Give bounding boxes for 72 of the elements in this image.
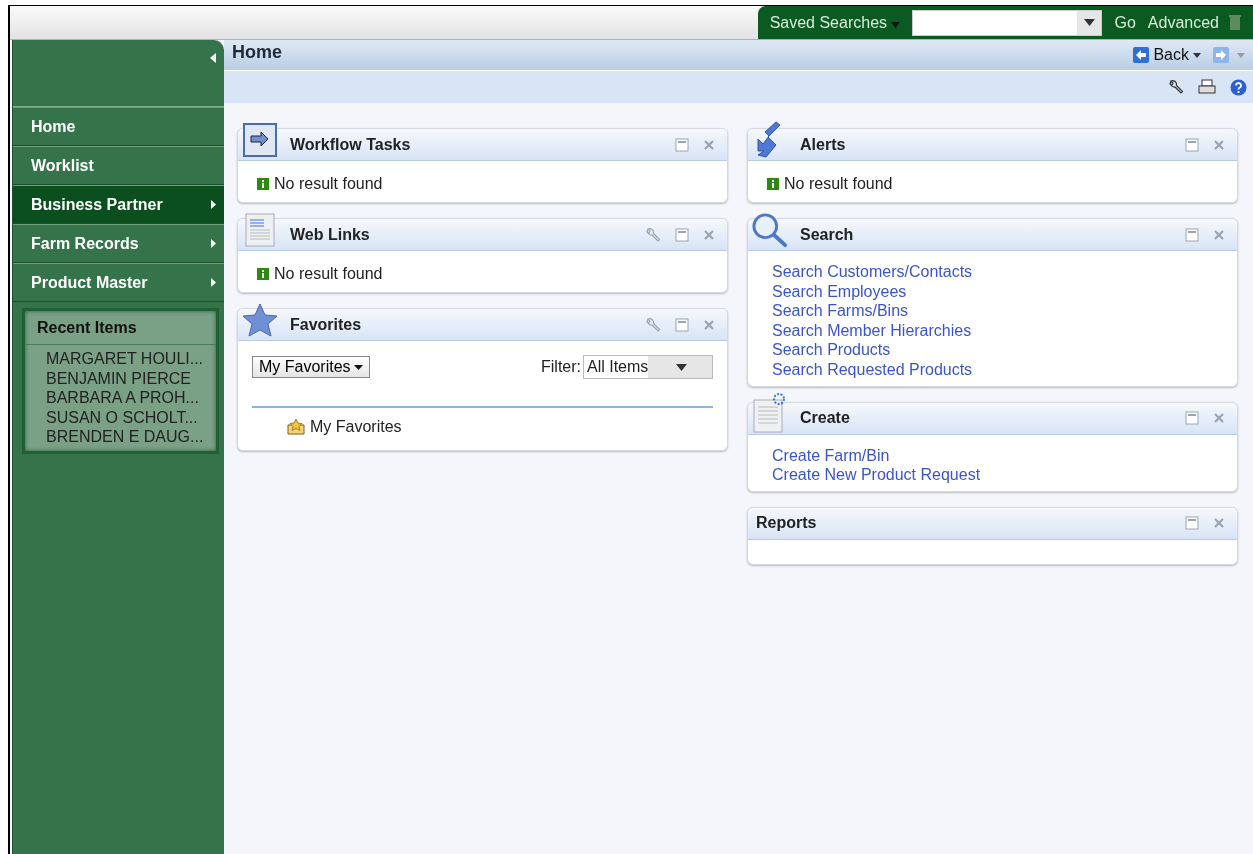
- forward-arrow-icon[interactable]: [1213, 47, 1229, 63]
- link[interactable]: Search Farms/Bins: [772, 301, 1213, 321]
- close-icon[interactable]: [1213, 228, 1225, 241]
- recent-item-link[interactable]: BENJAMIN PIERCE: [25, 368, 216, 389]
- recent-item-link[interactable]: SUSAN O SCHOLT...: [25, 407, 216, 428]
- nav-item[interactable]: Product Master: [13, 263, 224, 302]
- trash-icon[interactable]: [1229, 14, 1241, 31]
- recent-item-link[interactable]: BARBARA A PROH...: [25, 388, 216, 408]
- caret-icon: [353, 364, 363, 370]
- minimize-icon[interactable]: [1185, 137, 1199, 152]
- document-icon: [245, 212, 275, 247]
- star-icon: [242, 302, 278, 337]
- minimize-icon[interactable]: [1185, 227, 1199, 242]
- link[interactable]: Search Customers/Contacts: [772, 262, 1213, 282]
- nav-item[interactable]: Business Partner: [13, 185, 224, 224]
- help-icon[interactable]: [1230, 78, 1247, 96]
- portlet-title: Create: [800, 409, 851, 428]
- empty-message: No result found: [274, 175, 383, 193]
- caret-icon: [676, 363, 688, 371]
- saved-searches-menu[interactable]: Saved Searches: [769, 13, 913, 32]
- caret-icon[interactable]: [1193, 52, 1201, 58]
- link[interactable]: Search Member Hierarchies: [772, 320, 1213, 341]
- portlet-title: Alerts: [800, 135, 847, 154]
- favorites-folder[interactable]: My Favorites: [310, 418, 402, 436]
- print-icon[interactable]: [1198, 79, 1216, 95]
- collapse-icon[interactable]: [210, 53, 216, 63]
- empty-message: No result found: [784, 175, 893, 193]
- search-icon: [752, 211, 788, 248]
- filter-label: Filter:: [541, 358, 581, 376]
- portlet-title: Favorites: [290, 315, 363, 334]
- search-field[interactable]: [912, 9, 1103, 36]
- link[interactable]: Search Employees: [772, 281, 1213, 302]
- close-icon[interactable]: [1213, 517, 1225, 530]
- info-icon: [767, 178, 779, 190]
- close-icon[interactable]: [703, 318, 715, 331]
- back-button[interactable]: Back: [1133, 46, 1189, 64]
- close-icon[interactable]: [1213, 138, 1225, 151]
- go-link[interactable]: Go: [1114, 13, 1136, 32]
- recent-item-link[interactable]: BRENDEN E DAUG...: [25, 427, 216, 447]
- info-icon: [257, 178, 269, 190]
- wrench-icon[interactable]: [1168, 79, 1184, 95]
- recent-item-link[interactable]: MARGARET HOULI...: [25, 349, 216, 369]
- minimize-icon[interactable]: [675, 227, 689, 242]
- portlet-title: Search: [800, 225, 855, 244]
- link[interactable]: Create Farm/Bin: [772, 445, 1213, 466]
- advanced-link[interactable]: Advanced: [1147, 13, 1219, 32]
- back-arrow-icon: [1133, 47, 1150, 63]
- empty-message: No result found: [274, 265, 383, 283]
- minimize-icon[interactable]: [675, 317, 689, 332]
- caret-icon[interactable]: [1084, 19, 1095, 26]
- link[interactable]: Search Requested Products: [772, 359, 1213, 380]
- nav-item[interactable]: Home: [13, 107, 224, 146]
- link[interactable]: Search Products: [772, 340, 1213, 360]
- favorites-menu-button[interactable]: My Favorites: [252, 356, 370, 378]
- close-icon[interactable]: [1213, 412, 1225, 425]
- minimize-icon[interactable]: [675, 137, 689, 152]
- filter-dropdown[interactable]: All Items: [583, 355, 713, 379]
- minimize-icon[interactable]: [1185, 516, 1199, 531]
- link[interactable]: Create New Product Request: [772, 465, 1213, 485]
- minimize-icon[interactable]: [1185, 411, 1199, 426]
- folder-star-icon: [287, 419, 305, 435]
- nav-item[interactable]: Farm Records: [13, 224, 224, 263]
- portlet-title: Workflow Tasks: [290, 135, 412, 154]
- info-icon: [257, 268, 269, 280]
- portlet-title: Web Links: [290, 225, 371, 244]
- caret-icon: [891, 21, 901, 28]
- portlet-title: Reports: [755, 514, 818, 533]
- close-icon[interactable]: [703, 228, 715, 241]
- panel-title: Recent Items: [25, 311, 216, 345]
- document-icon: [753, 392, 787, 435]
- page-title: Home: [232, 41, 282, 63]
- close-icon[interactable]: [703, 138, 715, 151]
